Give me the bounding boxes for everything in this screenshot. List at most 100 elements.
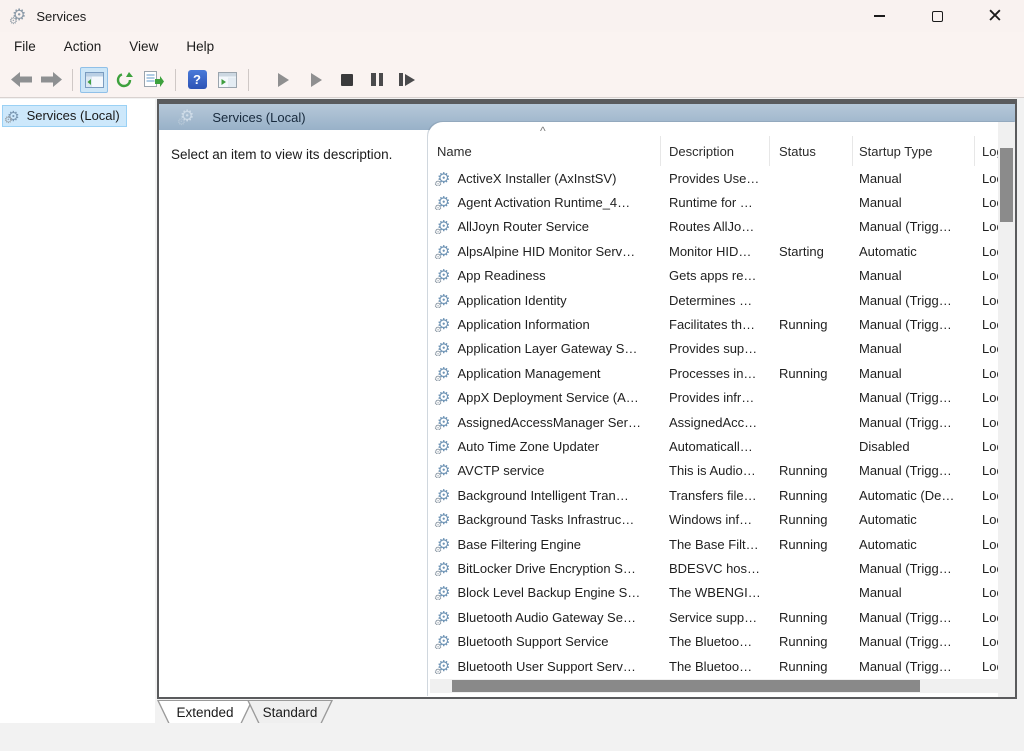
service-gear-icon: ⚙ ⚙ — [434, 341, 451, 357]
horizontal-scrollbar-thumb[interactable] — [452, 680, 920, 692]
service-gear-icon: ⚙ ⚙ — [434, 170, 451, 186]
service-description: Processes in… — [669, 365, 757, 381]
service-name: App Readiness — [457, 268, 546, 284]
services-list-panel: ^ Name Description Status Startup Type L… — [428, 122, 1015, 697]
column-header-name[interactable]: Name — [428, 136, 661, 166]
table-row[interactable]: ⚙ ⚙ Application Identity Determines … Man… — [428, 288, 998, 312]
services-gear-icon: ⚙ ⚙ — [4, 107, 20, 126]
horizontal-scrollbar[interactable] — [430, 679, 998, 693]
menu-action[interactable]: Action — [58, 33, 116, 61]
table-row[interactable]: ⚙ ⚙ Background Intelligent Tran… Transfer… — [428, 483, 998, 507]
pause-icon — [371, 73, 383, 86]
tab-extended[interactable]: Extended — [157, 700, 253, 725]
vertical-scrollbar[interactable] — [998, 122, 1015, 697]
pane-title: Services (Local) — [212, 109, 306, 125]
export-list-button[interactable] — [140, 67, 168, 93]
restart-service-button[interactable] — [393, 67, 421, 93]
table-row[interactable]: ⚙ ⚙ AVCTP service This is Audio… Running … — [428, 459, 998, 483]
service-description: Automaticall… — [669, 438, 753, 454]
service-startup-type: Manual (Trigg… — [859, 634, 952, 650]
description-area: Select an item to view its description. — [159, 130, 428, 697]
table-row[interactable]: ⚙ ⚙ ActiveX Installer (AxInstSV) Provides… — [428, 166, 998, 190]
service-log-on-as: Loc — [982, 487, 998, 503]
service-startup-type: Manual (Trigg… — [859, 560, 952, 576]
table-row[interactable]: ⚙ ⚙ AlpsAlpine HID Monitor Serv… Monitor … — [428, 239, 998, 263]
help-icon: ? — [187, 70, 207, 89]
table-row[interactable]: ⚙ ⚙ Auto Time Zone Updater Automaticall… … — [428, 434, 998, 458]
menu-bar: File Action View Help — [0, 32, 1024, 62]
app-gear-icon: ⚙ ⚙ — [9, 7, 27, 27]
service-name: AppX Deployment Service (A… — [457, 390, 639, 406]
table-row[interactable]: ⚙ ⚙ Block Level Backup Engine S… The WBEN… — [428, 581, 998, 605]
resume-icon — [310, 72, 322, 87]
start-icon — [277, 72, 289, 87]
service-status: Running — [779, 365, 828, 381]
table-row[interactable]: ⚙ ⚙ App Readiness Gets apps re… Manual Lo… — [428, 264, 998, 288]
service-startup-type: Manual (Trigg… — [859, 609, 952, 625]
table-row[interactable]: ⚙ ⚙ Base Filtering Engine The Base Filt… … — [428, 532, 998, 556]
table-row[interactable]: ⚙ ⚙ AllJoyn Router Service Routes AllJo… … — [428, 215, 998, 239]
service-startup-type: Automatic (De… — [859, 487, 955, 503]
toolbar-separator — [175, 68, 176, 91]
show-hide-console-tree-button[interactable] — [80, 66, 108, 93]
sidebar-item-services-local[interactable]: ⚙ ⚙ Services (Local) — [2, 105, 127, 127]
refresh-icon — [116, 71, 133, 87]
table-row[interactable]: ⚙ ⚙ Application Information Facilitates t… — [428, 312, 998, 336]
restart-icon — [398, 73, 416, 86]
table-row[interactable]: ⚙ ⚙ Application Management Processes in… … — [428, 361, 998, 385]
resume-service-button[interactable] — [302, 67, 330, 93]
refresh-button[interactable] — [110, 67, 138, 93]
service-log-on-as: Loc — [982, 317, 998, 333]
table-row[interactable]: ⚙ ⚙ Bluetooth Support Service The Bluetoo… — [428, 629, 998, 653]
sort-ascending-icon: ^ — [540, 124, 546, 138]
service-rows: ⚙ ⚙ ActiveX Installer (AxInstSV) Provides… — [428, 166, 998, 697]
service-description: Provides sup… — [669, 341, 758, 357]
start-service-button[interactable] — [269, 67, 297, 93]
table-row[interactable]: ⚙ ⚙ Agent Activation Runtime_4… Runtime f… — [428, 190, 998, 214]
service-log-on-as: Loc — [982, 243, 998, 259]
table-row[interactable]: ⚙ ⚙ BitLocker Drive Encryption S… BDESVC … — [428, 556, 998, 580]
column-header-status[interactable]: Status — [770, 136, 853, 166]
table-row[interactable]: ⚙ ⚙ Bluetooth User Support Serv… The Blue… — [428, 654, 998, 678]
service-startup-type: Manual — [859, 195, 902, 211]
action-pane-icon — [217, 71, 237, 88]
service-gear-icon: ⚙ ⚙ — [434, 634, 451, 650]
help-button[interactable]: ? — [183, 67, 211, 93]
minimize-button[interactable] — [850, 0, 908, 32]
service-gear-icon: ⚙ ⚙ — [434, 658, 451, 674]
column-header-startup-type[interactable]: Startup Type — [853, 136, 975, 166]
menu-help[interactable]: Help — [180, 33, 228, 61]
back-button[interactable] — [7, 67, 35, 93]
sidebar-item-label: Services (Local) — [26, 108, 120, 123]
stop-service-button[interactable] — [333, 67, 361, 93]
table-row[interactable]: ⚙ ⚙ Bluetooth Audio Gateway Se… Service s… — [428, 605, 998, 629]
toolbar-separator — [248, 68, 249, 91]
column-header-description[interactable]: Description — [661, 136, 770, 166]
service-log-on-as: Loc — [982, 560, 998, 576]
table-row[interactable]: ⚙ ⚙ AppX Deployment Service (A… Provides … — [428, 386, 998, 410]
menu-file[interactable]: File — [8, 33, 50, 61]
service-startup-type: Manual (Trigg… — [859, 658, 952, 674]
close-button[interactable]: ✕ — [966, 0, 1024, 32]
service-log-on-as: Loc — [982, 536, 998, 552]
maximize-button[interactable] — [908, 0, 966, 32]
service-log-on-as: Loc — [982, 365, 998, 381]
vertical-scrollbar-thumb[interactable] — [1000, 148, 1013, 222]
pause-service-button[interactable] — [363, 67, 391, 93]
minimize-icon — [873, 15, 885, 17]
status-strip — [0, 723, 1024, 751]
table-row[interactable]: ⚙ ⚙ Application Layer Gateway S… Provides… — [428, 337, 998, 361]
description-hint: Select an item to view its description. — [171, 147, 393, 162]
table-row[interactable]: ⚙ ⚙ AssignedAccessManager Ser… AssignedAc… — [428, 410, 998, 434]
service-gear-icon: ⚙ ⚙ — [434, 268, 451, 284]
service-description: The Base Filt… — [669, 536, 759, 552]
service-gear-icon: ⚙ ⚙ — [434, 560, 451, 576]
forward-button[interactable] — [37, 67, 65, 93]
menu-view[interactable]: View — [123, 33, 172, 61]
show-hide-action-pane-button[interactable] — [213, 67, 241, 93]
tab-standard[interactable]: Standard — [247, 700, 333, 725]
service-name: Application Information — [457, 317, 590, 333]
table-row[interactable]: ⚙ ⚙ Background Tasks Infrastruc… Windows … — [428, 507, 998, 531]
service-log-on-as: Loc — [982, 170, 998, 186]
service-log-on-as: Loc — [982, 292, 998, 308]
